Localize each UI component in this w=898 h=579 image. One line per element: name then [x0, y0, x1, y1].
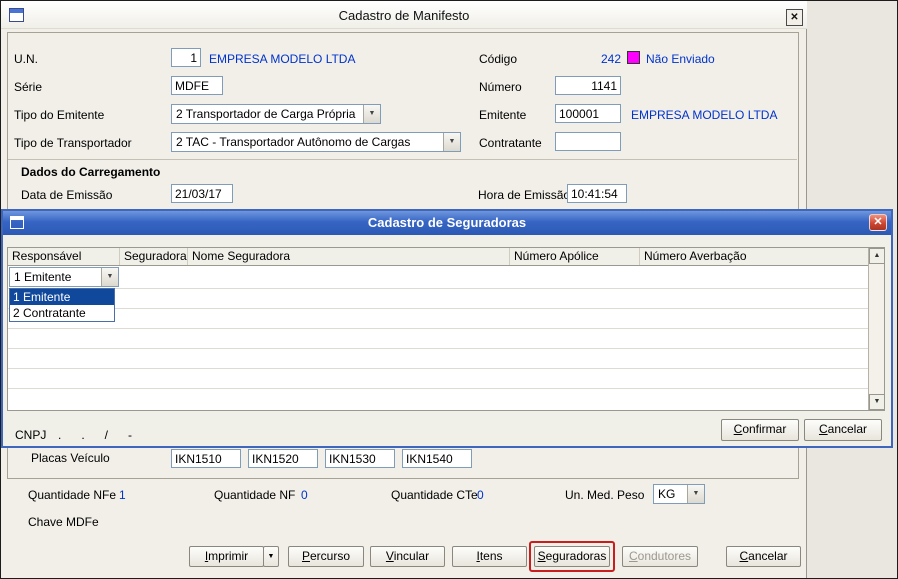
manifest-titlebar[interactable]: Cadastro de Manifesto ✕ — [1, 1, 807, 29]
data-emissao-label: Data de Emissão — [21, 188, 113, 202]
placa-input-2[interactable] — [248, 449, 318, 468]
contratante-input[interactable] — [555, 132, 621, 151]
table-row[interactable] — [8, 388, 868, 389]
dropdown-arrow-icon[interactable]: ▼ — [687, 485, 704, 503]
itens-button[interactable]: Itens — [452, 546, 527, 567]
dropdown-option-contratante[interactable]: 2 Contratante — [10, 305, 114, 321]
emitente-company-text: EMPRESA MODELO LTDA — [631, 108, 778, 122]
status-color-swatch — [627, 51, 640, 64]
responsavel-combobox-value: 1 Emitente — [14, 270, 72, 284]
placa-input-3[interactable] — [325, 449, 395, 468]
confirmar-button[interactable]: Confirmar — [721, 419, 799, 441]
un-med-peso-select[interactable]: KG ▼ — [653, 484, 705, 504]
un-label: U.N. — [14, 52, 38, 66]
hora-emissao-label: Hora de Emissão — [478, 188, 571, 202]
un-input[interactable] — [171, 48, 201, 67]
dropdown-arrow-icon[interactable]: ▼ — [443, 133, 460, 151]
table-row[interactable] — [8, 368, 868, 369]
dropdown-option-emitente[interactable]: 1 Emitente — [10, 289, 114, 305]
condutores-button: Condutores — [622, 546, 698, 567]
table-body — [8, 266, 868, 410]
table-row[interactable] — [8, 288, 868, 289]
un-med-peso-label: Un. Med. Peso — [565, 488, 645, 502]
table-row[interactable] — [8, 308, 868, 309]
table-row[interactable] — [8, 328, 868, 329]
column-header-nome-seguradora: Nome Seguradora — [188, 248, 510, 265]
responsavel-dropdown-list: 1 Emitente 2 Contratante — [9, 288, 115, 322]
imprimir-button[interactable]: Imprimir — [189, 546, 264, 567]
hora-emissao-input[interactable] — [567, 184, 627, 203]
qtd-nf-value: 0 — [301, 488, 308, 502]
un-company-text: EMPRESA MODELO LTDA — [209, 52, 356, 66]
qtd-nf-label: Quantidade NF — [214, 488, 296, 502]
close-icon[interactable]: ✕ — [786, 9, 803, 26]
responsavel-combobox[interactable]: 1 Emitente ▼ — [9, 267, 119, 287]
tipo-emitente-value: 2 Transportador de Carga Própria — [176, 107, 356, 121]
qtd-cte-label: Quantidade CTe — [391, 488, 478, 502]
tipo-transportador-label: Tipo de Transportador — [14, 136, 132, 150]
seguradoras-button[interactable]: Seguradoras — [534, 546, 610, 567]
cnpj-mask: . . / - — [58, 428, 133, 442]
table-row[interactable] — [8, 348, 868, 349]
carregamento-section-title: Dados do Carregamento — [21, 165, 161, 179]
table-header: Responsável Seguradora Nome Seguradora N… — [8, 248, 868, 266]
chave-mdfe-label: Chave MDFe — [28, 515, 99, 529]
qtd-nfe-value: 1 — [119, 488, 126, 502]
serie-label: Série — [14, 80, 43, 94]
scroll-up-icon[interactable]: ▲ — [869, 248, 885, 264]
tipo-transportador-select[interactable]: 2 TAC - Transportador Autônomo de Cargas… — [171, 132, 461, 152]
close-icon[interactable]: ✕ — [869, 214, 887, 231]
qtd-cte-value: 0 — [477, 488, 484, 502]
seguradoras-dialog-title: Cadastro de Seguradoras — [367, 215, 527, 230]
tipo-emitente-select[interactable]: 2 Transportador de Carga Própria ▼ — [171, 104, 381, 124]
data-emissao-input[interactable] — [171, 184, 233, 203]
vincular-button[interactable]: Vincular — [370, 546, 445, 567]
numero-input[interactable] — [555, 76, 621, 95]
un-med-peso-value: KG — [658, 487, 676, 501]
codigo-label: Código — [479, 52, 518, 66]
imprimir-dropdown-icon[interactable]: ▼ — [263, 546, 279, 567]
combo-arrow-icon[interactable]: ▼ — [101, 268, 118, 286]
tipo-emitente-label: Tipo do Emitente — [14, 108, 105, 122]
placa-input-1[interactable] — [171, 449, 241, 468]
placa-input-4[interactable] — [402, 449, 472, 468]
cancelar-modal-button[interactable]: Cancelar — [804, 419, 882, 441]
codigo-value: 242 — [600, 52, 621, 66]
cancelar-button[interactable]: Cancelar — [726, 546, 801, 567]
cnpj-label: CNPJ — [15, 428, 47, 442]
emitente-input[interactable] — [555, 104, 621, 123]
column-header-seguradora: Seguradora — [120, 248, 188, 265]
tipo-transportador-value: 2 TAC - Transportador Autônomo de Cargas — [176, 135, 411, 149]
emitente-label: Emitente — [479, 108, 527, 122]
seguradoras-dialog: Cadastro de Seguradoras ✕ Responsável Se… — [3, 211, 891, 446]
section-divider — [8, 159, 797, 160]
seguradoras-titlebar[interactable]: Cadastro de Seguradoras ✕ — [3, 211, 891, 235]
serie-input[interactable] — [171, 76, 223, 95]
seguradoras-table: Responsável Seguradora Nome Seguradora N… — [7, 247, 885, 411]
contratante-label: Contratante — [479, 136, 542, 150]
percurso-button[interactable]: Percurso — [288, 546, 364, 567]
dropdown-arrow-icon[interactable]: ▼ — [363, 105, 380, 123]
column-header-responsavel: Responsável — [8, 248, 120, 265]
column-header-numero-apolice: Número Apólice — [510, 248, 640, 265]
scroll-down-icon[interactable]: ▼ — [869, 394, 885, 410]
qtd-nfe-label: Quantidade NFe — [28, 488, 117, 502]
status-text: Não Enviado — [646, 52, 715, 66]
table-scrollbar[interactable]: ▲ ▼ — [868, 248, 885, 410]
column-header-numero-averbacao: Número Averbação — [644, 249, 747, 263]
numero-label: Número — [479, 80, 522, 94]
screenshot-canvas: Cadastro de Manifesto ✕ U.N. EMPRESA MOD… — [0, 0, 898, 579]
placas-label: Placas Veículo — [31, 451, 110, 465]
manifest-window-title: Cadastro de Manifesto — [338, 8, 470, 23]
